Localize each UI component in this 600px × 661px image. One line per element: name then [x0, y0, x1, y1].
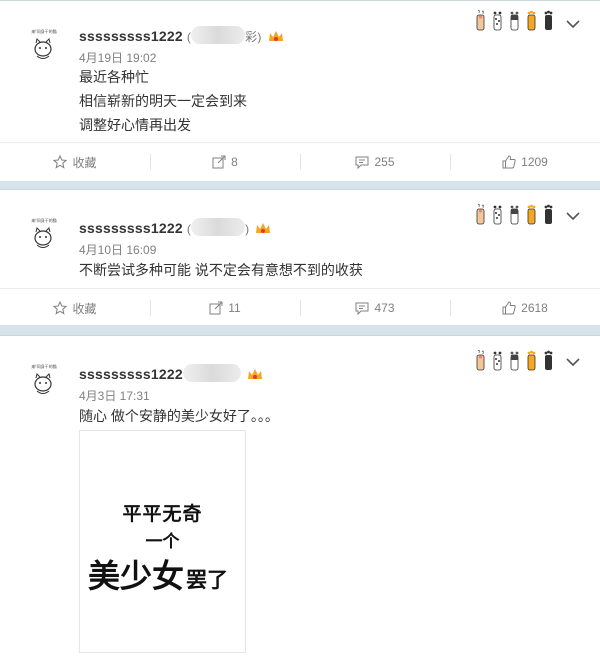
like-icon: [502, 155, 516, 169]
favorite-button[interactable]: 收藏: [0, 143, 150, 181]
image-text-small: 罢了: [186, 568, 229, 592]
weibo-post: 来!同身干的猫 sssssssss1222 (彩) 4月19日 19:02 最近…: [0, 0, 600, 181]
paw-icon: [527, 10, 536, 31]
comment-button[interactable]: 255: [300, 143, 450, 181]
image-text-line1: 平平无奇: [122, 503, 203, 525]
paw-icon: [510, 11, 519, 31]
crown-icon[interactable]: [247, 368, 263, 384]
post-text: 随心 做个安静的美少女好了。。。: [79, 404, 279, 428]
comment-count: 255: [374, 155, 395, 169]
like-count: 2618: [521, 301, 548, 315]
image-text-big: 美少女: [88, 557, 185, 595]
paw-icon: [493, 11, 502, 31]
weibo-post: 来!同身干的猫 sssssssss1222 () 4月10日 16:09 不断尝…: [0, 189, 600, 325]
like-button[interactable]: 1209: [450, 143, 600, 181]
handle-paren: (): [187, 218, 249, 236]
paw-icon: [544, 204, 553, 224]
post-time[interactable]: 4月10日 16:09: [79, 241, 156, 258]
paw-badges: [474, 349, 555, 371]
blurred-remark: [191, 26, 246, 44]
paw-icon: [476, 203, 485, 225]
paw-icon: [527, 204, 536, 225]
favorite-button[interactable]: 收藏: [0, 289, 150, 327]
svg-text:来!同身干的猫: 来!同身干的猫: [31, 28, 57, 34]
like-button[interactable]: 2618: [450, 289, 600, 327]
paw-icon: [544, 10, 553, 30]
like-icon: [502, 301, 516, 315]
post-line: 最近各种忙: [79, 69, 149, 85]
crown-icon[interactable]: [255, 222, 271, 238]
avatar[interactable]: 来!同身干的猫: [22, 214, 66, 254]
paw-badges: [474, 9, 555, 31]
repost-count: 8: [231, 155, 238, 169]
handle-paren: (彩): [187, 26, 262, 44]
avatar[interactable]: 来!同身干的猫: [22, 360, 66, 400]
repost-button[interactable]: 8: [150, 143, 300, 181]
username-text[interactable]: sssssssss1222: [79, 366, 183, 382]
cat-avatar-icon: 来!同身干的猫: [31, 217, 57, 248]
paw-icon: [510, 205, 519, 225]
post-text: 最近各种忙 相信崭新的明天一定会到来 调整好心情再出发: [79, 65, 247, 137]
paw-icon: [493, 205, 502, 225]
chevron-down-icon[interactable]: [566, 357, 580, 367]
comment-icon: [355, 302, 369, 315]
post-time[interactable]: 4月3日 17:31: [79, 387, 150, 404]
username-text[interactable]: sssssssss1222: [79, 28, 183, 44]
favorite-label: 收藏: [72, 301, 97, 316]
cat-avatar-icon: 来!同身干的猫: [31, 28, 57, 59]
svg-text:来!同身干的猫: 来!同身干的猫: [31, 363, 57, 369]
paw-icon: [544, 350, 553, 370]
paw-icon: [493, 351, 502, 371]
comment-button[interactable]: 473: [300, 289, 450, 327]
chevron-down-icon[interactable]: [566, 211, 580, 221]
username[interactable]: sssssssss1222 (彩): [79, 26, 284, 46]
image-text-line3: 美少女罢了: [88, 551, 228, 597]
action-bar: 收藏 8 255 1209: [0, 143, 600, 181]
favorite-label: 收藏: [72, 155, 97, 170]
username-text[interactable]: sssssssss1222: [79, 220, 183, 236]
handle-suffix: 彩: [245, 30, 258, 44]
username[interactable]: sssssssss1222: [79, 364, 263, 384]
paw-icon: [527, 350, 536, 371]
repost-icon: [209, 301, 223, 315]
image-text-line2: 一个: [145, 532, 180, 552]
crown-icon[interactable]: [268, 30, 284, 46]
comment-count: 473: [374, 301, 395, 315]
post-line: 随心 做个安静的美少女好了。。。: [79, 408, 279, 424]
username[interactable]: sssssssss1222 (): [79, 218, 271, 238]
cat-avatar-icon: 来!同身干的猫: [31, 363, 57, 394]
repost-count: 11: [228, 301, 241, 315]
post-line: 不断尝试多种可能 说不定会有意想不到的收获: [79, 262, 363, 278]
paw-icon: [476, 9, 485, 31]
paw-badges: [474, 203, 555, 225]
post-time[interactable]: 4月19日 19:02: [79, 49, 156, 66]
repost-icon: [212, 155, 226, 169]
chevron-down-icon[interactable]: [566, 19, 580, 29]
paw-icon: [510, 351, 519, 371]
avatar[interactable]: 来!同身干的猫: [22, 25, 66, 65]
post-line: 相信崭新的明天一定会到来: [79, 93, 247, 109]
post-line: 调整好心情再出发: [79, 117, 191, 133]
blurred-remark: [182, 364, 241, 382]
svg-text:来!同身干的猫: 来!同身干的猫: [31, 217, 57, 223]
comment-icon: [355, 156, 369, 169]
star-icon: [53, 155, 68, 169]
paw-icon: [476, 349, 485, 371]
like-count: 1209: [521, 155, 548, 169]
weibo-post: 来!同身干的猫 sssssssss1222 4月3日 17:31 随心 做个安静…: [0, 335, 600, 661]
blurred-remark: [191, 218, 246, 236]
star-icon: [53, 301, 68, 315]
action-bar: 收藏 11 473 2618: [0, 289, 600, 327]
repost-button[interactable]: 11: [150, 289, 300, 327]
post-image[interactable]: 平平无奇 一个 美少女罢了: [79, 430, 246, 653]
post-text: 不断尝试多种可能 说不定会有意想不到的收获: [79, 258, 363, 282]
